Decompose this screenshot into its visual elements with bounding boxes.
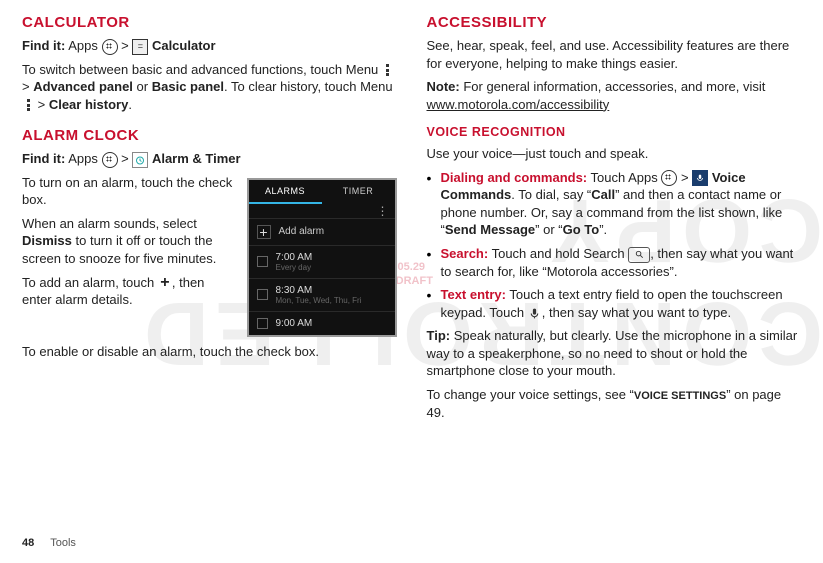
find-it-label: Find it:	[22, 38, 65, 53]
apps-icon	[102, 152, 118, 168]
voice-bullet-list: Dialing and commands: Touch Apps > Voice…	[427, 169, 802, 321]
calc-body-e: . To clear history, touch Menu	[224, 79, 393, 94]
alarm-time: 9:00 AM	[276, 318, 313, 329]
voice-settings-label: Voice settings	[634, 390, 726, 402]
calc-body-a: To switch between basic and advanced fun…	[22, 62, 378, 77]
section-name: Tools	[50, 537, 76, 549]
clear-history-label: Clear history	[49, 97, 128, 112]
b2-a: Touch and hold Search	[492, 246, 625, 261]
search-head: Search:	[441, 246, 489, 261]
find-it-label: Find it:	[22, 151, 65, 166]
calculator-body: To switch between basic and advanced fun…	[22, 61, 397, 114]
send-message-word: Send Message	[445, 222, 535, 237]
b1-c: . To dial, say “	[511, 187, 591, 202]
overflow-menu-icon[interactable]: ⋮	[249, 204, 395, 218]
tip-label: Tip:	[427, 328, 451, 343]
list-item: Dialing and commands: Touch Apps > Voice…	[427, 169, 802, 239]
find-it-apps-word: Apps	[68, 151, 98, 166]
voice-recognition-heading: Voice Recognition	[427, 125, 802, 139]
page-number: 48	[22, 537, 34, 549]
call-word: Call	[591, 187, 615, 202]
alarm-find-it: Find it: Apps > Alarm & Timer	[22, 150, 397, 168]
list-item: Search: Touch and hold Search , then say…	[427, 245, 802, 280]
voice-tip: Tip: Speak naturally, but clearly. Use t…	[427, 327, 802, 380]
voice-p1: Use your voice—just touch and speak.	[427, 145, 802, 163]
accessibility-note: Note: For general information, accessori…	[427, 78, 802, 113]
search-key-icon	[628, 247, 650, 263]
find-it-calculator-word: Calculator	[152, 38, 216, 53]
voice-settings-ref: To change your voice settings, see “Voic…	[427, 386, 802, 421]
alarm-clock-heading: Alarm Clock	[22, 127, 397, 144]
b3-b: , then say what you want to type.	[542, 305, 731, 320]
alarm-checkbox[interactable]	[257, 256, 268, 267]
accessibility-p1: See, hear, speak, feel, and use. Accessi…	[427, 37, 802, 72]
dialing-commands-head: Dialing and commands:	[441, 170, 588, 185]
dismiss-label: Dismiss	[22, 233, 72, 248]
alarm-tabs: ALARMS TIMER	[249, 180, 395, 204]
apps-icon	[661, 170, 677, 186]
alarm-checkbox[interactable]	[257, 318, 268, 329]
plus-icon: +	[158, 276, 172, 290]
find-it-apps-word: Apps	[68, 38, 98, 53]
tab-alarms[interactable]: ALARMS	[249, 180, 322, 204]
vs-a: To change your voice settings, see “	[427, 387, 634, 402]
b1-a: Touch Apps	[591, 170, 658, 185]
text-entry-head: Text entry:	[441, 287, 507, 302]
tip-body: Speak naturally, but clearly. Use the mi…	[427, 328, 798, 378]
alarm-p4: To enable or disable an alarm, touch the…	[22, 343, 397, 361]
calc-or: or	[137, 79, 149, 94]
alarm-row[interactable]: 9:00 AM	[249, 311, 395, 335]
menu-icon	[382, 63, 394, 77]
calc-body-g: .	[128, 97, 132, 112]
apps-icon	[102, 39, 118, 55]
alarm-row[interactable]: 7:00 AM Every day	[249, 245, 395, 278]
note-label: Note:	[427, 79, 460, 94]
alarm-checkbox[interactable]	[257, 289, 268, 300]
tab-timer[interactable]: TIMER	[322, 180, 395, 204]
accessibility-heading: Accessibility	[427, 14, 802, 31]
alarm-repeat: Mon, Tue, Wed, Thu, Fri	[276, 296, 362, 305]
advanced-panel-label: Advanced panel	[33, 79, 133, 94]
plus-icon: +	[257, 225, 271, 239]
accessibility-link[interactable]: www.motorola.com/accessibility	[427, 97, 610, 112]
page-footer: 48 Tools	[22, 537, 76, 549]
go-to-word: Go To	[563, 222, 600, 237]
b1-g: ” or “	[535, 222, 562, 237]
voice-commands-app-icon	[692, 170, 708, 186]
alarm-row[interactable]: 8:30 AM Mon, Tue, Wed, Thu, Fri	[249, 278, 395, 311]
alarm-p3a: To add an alarm, touch	[22, 275, 154, 290]
alarm-screenshot: ALARMS TIMER ⋮ + Add alarm 7:00 AM Every…	[247, 178, 397, 337]
alarm-p2a: When an alarm sounds, select	[22, 216, 197, 231]
note-body: For general information, accessories, an…	[463, 79, 765, 94]
add-alarm-label: Add alarm	[279, 226, 325, 237]
find-it-alarm-word: Alarm & Timer	[152, 151, 241, 166]
calculator-app-icon: =	[132, 39, 148, 55]
alarm-repeat: Every day	[276, 263, 313, 272]
alarm-app-icon	[132, 152, 148, 168]
list-item: Text entry: Touch a text entry field to …	[427, 286, 802, 321]
calculator-find-it: Find it: Apps > = Calculator	[22, 37, 397, 55]
calculator-heading: Calculator	[22, 14, 397, 31]
add-alarm-row[interactable]: + Add alarm	[249, 218, 395, 245]
menu-icon	[22, 98, 34, 112]
right-column: Accessibility See, hear, speak, feel, an…	[427, 10, 802, 427]
alarm-time: 8:30 AM	[276, 285, 362, 296]
alarm-time: 7:00 AM	[276, 252, 313, 263]
basic-panel-label: Basic panel	[152, 79, 224, 94]
b1-i: ”.	[599, 222, 607, 237]
microphone-icon	[528, 306, 542, 320]
left-column: Calculator Find it: Apps > = Calculator …	[22, 10, 397, 427]
